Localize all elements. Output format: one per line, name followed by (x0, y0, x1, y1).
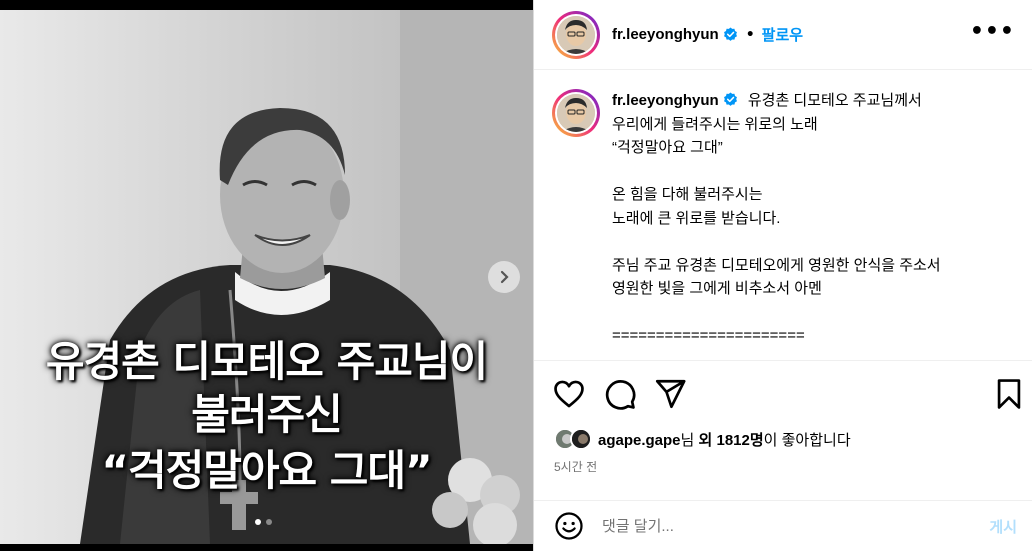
liker-avatar[interactable] (570, 428, 592, 450)
verified-badge-icon (723, 92, 737, 106)
header-separator: • (745, 26, 755, 43)
avatar-illustration (557, 94, 595, 132)
chevron-right-icon[interactable] (488, 261, 520, 293)
caption-line: 온 힘을 다해 불러주시는 (612, 186, 763, 203)
caption-line: ====================== (612, 327, 805, 344)
likes-count[interactable]: 외 1812명 (699, 432, 764, 449)
carousel-indicator (255, 519, 272, 525)
caption-line: 우리에게 들려주시는 위로의 노래 (612, 115, 818, 133)
caption-line: 영원한 빛을 그에게 비추소서 아멘 (612, 280, 822, 297)
likes-suffix: 이 좋아합니다 (763, 431, 851, 449)
avatar[interactable] (552, 89, 600, 137)
emoji-icon[interactable] (554, 511, 584, 541)
avatar-image (557, 94, 595, 132)
more-horizontal-icon[interactable]: ••• (970, 21, 1015, 43)
overlay-caption-line: 불러주신 (191, 390, 343, 439)
action-bar (534, 377, 1032, 413)
header-username[interactable]: fr.leeyonghyun (612, 26, 719, 43)
bookmark-icon[interactable] (992, 377, 1026, 411)
likes-suffix: 님 (680, 431, 695, 449)
chevron-right-glyph (500, 270, 509, 284)
carousel-dot-active (255, 519, 261, 525)
comment-composer: 게시 (534, 500, 1032, 551)
post-photo: 유경촌 디모테오 주교님이 불러주신 “걱정말아요 그대” (0, 10, 533, 544)
carousel-dot (266, 519, 272, 525)
avatar-border (555, 92, 597, 134)
caption-line: “걱정말아요 그대” (612, 139, 723, 156)
follow-button[interactable]: 팔로우 (762, 24, 803, 45)
caption-text: fr.leeyonghyun 유경촌 디모테오 주교님께서 우리에게 들려주시는… (612, 89, 1012, 348)
send-icon[interactable] (653, 377, 687, 411)
likes-text: agape.gape님 외 1812명이 좋아합니다 (598, 429, 851, 450)
caption-first-line: fr.leeyonghyun 유경촌 디모테오 주교님께서 (612, 89, 1012, 113)
verified-badge-icon (723, 27, 737, 41)
comment-icon[interactable] (603, 377, 637, 411)
liker-username[interactable]: agape.gape (598, 432, 681, 449)
overlay-caption-line: 유경촌 디모테오 주교님이 (45, 337, 488, 386)
avatar[interactable] (552, 10, 600, 59)
post-comment-button[interactable]: 게시 (989, 516, 1017, 537)
post-caption: fr.leeyonghyun 유경촌 디모테오 주교님께서 우리에게 들려주시는… (552, 89, 1012, 348)
caption-line: 노래에 큰 위로를 받습니다. (612, 209, 781, 227)
overlay-caption-line: “걱정말아요 그대” (101, 446, 432, 495)
avatar-illustration (557, 15, 595, 54)
caption-line: 주님 주교 유경촌 디모테오에게 영원한 안식을 주소서 (612, 256, 941, 274)
caption-line: 유경촌 디모테오 주교님께서 (747, 92, 922, 109)
post-header: fr.leeyonghyun • 팔로우 ••• (534, 0, 1032, 70)
caption-username[interactable]: fr.leeyonghyun (612, 92, 719, 109)
post-timestamp[interactable]: 5시간 전 (554, 458, 597, 475)
comments-section: fr.leeyonghyun 유경촌 디모테오 주교님께서 우리에게 들려주시는… (534, 71, 1032, 361)
avatar-border (555, 13, 597, 56)
heart-icon[interactable] (552, 377, 586, 411)
avatar-image (557, 15, 595, 54)
likes-summary: agape.gape님 외 1812명이 좋아합니다 (554, 428, 851, 450)
post-panel: fr.leeyonghyun • 팔로우 ••• fr.leeyonghyun … (533, 0, 1032, 551)
comment-input[interactable] (602, 517, 952, 535)
post-media: 유경촌 디모테오 주교님이 불러주신 “걱정말아요 그대” (0, 0, 533, 551)
